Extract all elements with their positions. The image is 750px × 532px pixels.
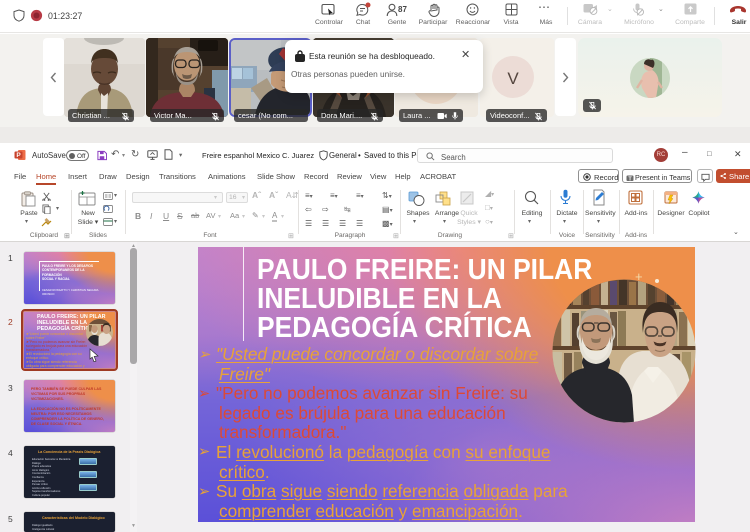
svg-text:V: V — [507, 69, 519, 88]
svg-text:P: P — [16, 152, 21, 159]
